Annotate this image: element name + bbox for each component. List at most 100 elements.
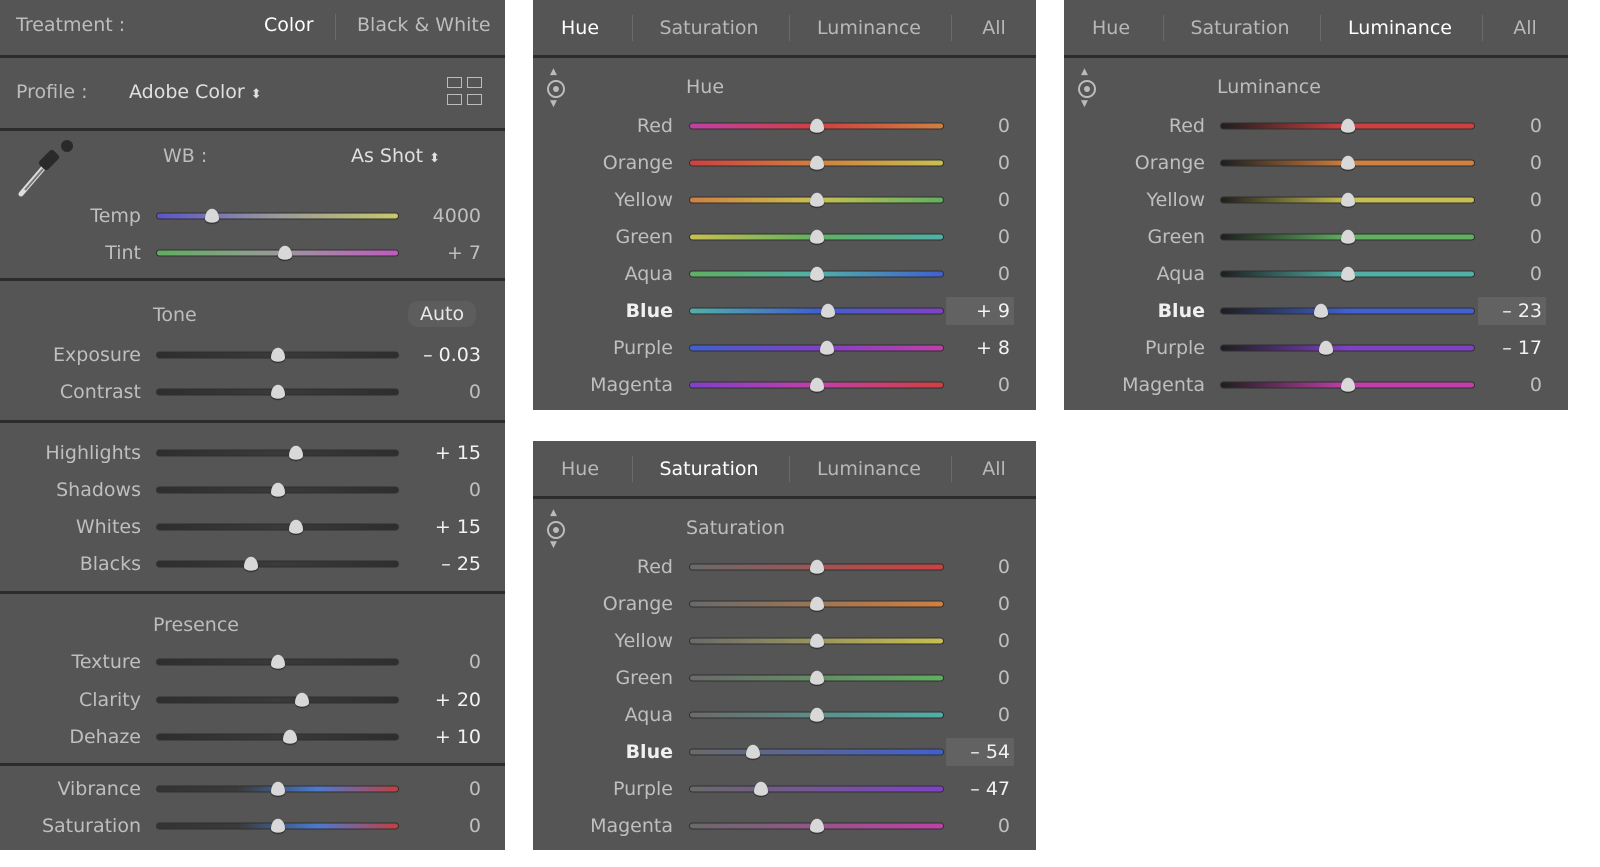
magenta-value[interactable]: 0 [998,815,1014,837]
red-value[interactable]: 0 [1530,115,1546,137]
blue-slider-thumb[interactable] [820,303,835,318]
tab-all[interactable]: All [982,17,1006,39]
red-slider[interactable] [690,559,943,574]
targeted-adjustment-icon[interactable]: ▲ ▼ [1077,67,1097,111]
orange-value[interactable]: 0 [1530,152,1546,174]
tab-saturation[interactable]: Saturation [659,458,758,480]
aqua-slider-thumb[interactable] [809,707,824,722]
targeted-adjustment-icon[interactable]: ▲ ▼ [546,67,566,111]
magenta-value[interactable]: 0 [998,374,1014,396]
texture-value[interactable]: 0 [469,651,485,673]
blue-slider[interactable] [690,744,943,759]
profile-browser-grid-icon[interactable] [447,77,484,108]
orange-slider-thumb[interactable] [809,596,824,611]
aqua-slider[interactable] [1221,266,1474,281]
dehaze-slider-thumb[interactable] [282,729,297,744]
green-slider-thumb[interactable] [809,229,824,244]
yellow-value[interactable]: 0 [998,630,1014,652]
contrast-slider-thumb[interactable] [270,384,285,399]
targeted-adjustment-icon[interactable]: ▲ ▼ [546,508,566,552]
orange-value[interactable]: 0 [998,152,1014,174]
vibrance-slider-thumb[interactable] [270,781,285,796]
tint-slider[interactable] [157,245,398,260]
purple-value[interactable]: + 8 [976,337,1014,359]
whites-slider-thumb[interactable] [288,519,303,534]
magenta-slider[interactable] [690,818,943,833]
shadows-value[interactable]: 0 [469,479,485,501]
tab-all[interactable]: All [982,458,1006,480]
vibrance-slider[interactable] [157,781,398,796]
purple-slider-thumb[interactable] [819,340,834,355]
saturation-slider-thumb[interactable] [270,818,285,833]
green-slider[interactable] [690,229,943,244]
aqua-slider[interactable] [690,707,943,722]
yellow-slider[interactable] [1221,192,1474,207]
purple-value[interactable]: – 47 [970,778,1014,800]
exposure-slider-thumb[interactable] [270,347,285,362]
magenta-slider-thumb[interactable] [1340,377,1355,392]
shadows-slider-thumb[interactable] [270,482,285,497]
orange-slider[interactable] [1221,155,1474,170]
yellow-slider-thumb[interactable] [1340,192,1355,207]
blue-value[interactable]: + 9 [946,297,1014,325]
tab-all[interactable]: All [1513,17,1537,39]
red-value[interactable]: 0 [998,556,1014,578]
yellow-slider[interactable] [690,192,943,207]
highlights-slider-thumb[interactable] [288,445,303,460]
red-slider[interactable] [690,118,943,133]
green-value[interactable]: 0 [998,667,1014,689]
temp-value[interactable]: 4000 [433,205,485,227]
clarity-value[interactable]: + 20 [435,689,485,711]
yellow-slider-thumb[interactable] [809,633,824,648]
tab-luminance[interactable]: Luminance [817,458,921,480]
tab-luminance[interactable]: Luminance [817,17,921,39]
purple-slider[interactable] [690,781,943,796]
magenta-slider[interactable] [1221,377,1474,392]
red-slider-thumb[interactable] [809,118,824,133]
red-slider[interactable] [1221,118,1474,133]
blue-value[interactable]: – 23 [1478,297,1546,325]
shadows-slider[interactable] [157,482,398,497]
green-slider[interactable] [1221,229,1474,244]
yellow-value[interactable]: 0 [1530,189,1546,211]
green-value[interactable]: 0 [1530,226,1546,248]
blacks-value[interactable]: – 25 [441,553,485,575]
red-value[interactable]: 0 [998,115,1014,137]
temp-slider[interactable] [157,208,398,223]
purple-slider-thumb[interactable] [753,781,768,796]
vibrance-value[interactable]: 0 [469,778,485,800]
saturation-slider[interactable] [157,818,398,833]
tab-luminance[interactable]: Luminance [1348,17,1452,39]
clarity-slider[interactable] [157,692,398,707]
blue-slider[interactable] [1221,303,1474,318]
exposure-value[interactable]: – 0.03 [423,344,485,366]
dehaze-slider[interactable] [157,729,398,744]
contrast-value[interactable]: 0 [469,381,485,403]
aqua-slider-thumb[interactable] [809,266,824,281]
yellow-slider-thumb[interactable] [809,192,824,207]
tint-value[interactable]: + 7 [447,242,485,264]
magenta-slider-thumb[interactable] [809,377,824,392]
blacks-slider[interactable] [157,556,398,571]
orange-slider-thumb[interactable] [809,155,824,170]
texture-slider-thumb[interactable] [270,654,285,669]
blue-value[interactable]: – 54 [946,738,1014,766]
whites-slider[interactable] [157,519,398,534]
treatment-color-option[interactable]: Color [264,14,314,36]
aqua-value[interactable]: 0 [998,263,1014,285]
tab-saturation[interactable]: Saturation [659,17,758,39]
dehaze-value[interactable]: + 10 [435,726,485,748]
green-slider[interactable] [690,670,943,685]
blue-slider-thumb[interactable] [746,744,761,759]
auto-button[interactable]: Auto [408,301,477,327]
yellow-value[interactable]: 0 [998,189,1014,211]
aqua-value[interactable]: 0 [1530,263,1546,285]
tab-hue[interactable]: Hue [561,458,599,480]
purple-slider-thumb[interactable] [1318,340,1333,355]
profile-select[interactable]: Adobe Color ⬍ [129,81,262,103]
treatment-bw-option[interactable]: Black & White [357,14,491,36]
green-slider-thumb[interactable] [1340,229,1355,244]
tint-slider-thumb[interactable] [277,245,292,260]
wb-select[interactable]: As Shot ⬍ [351,145,440,167]
magenta-value[interactable]: 0 [1530,374,1546,396]
